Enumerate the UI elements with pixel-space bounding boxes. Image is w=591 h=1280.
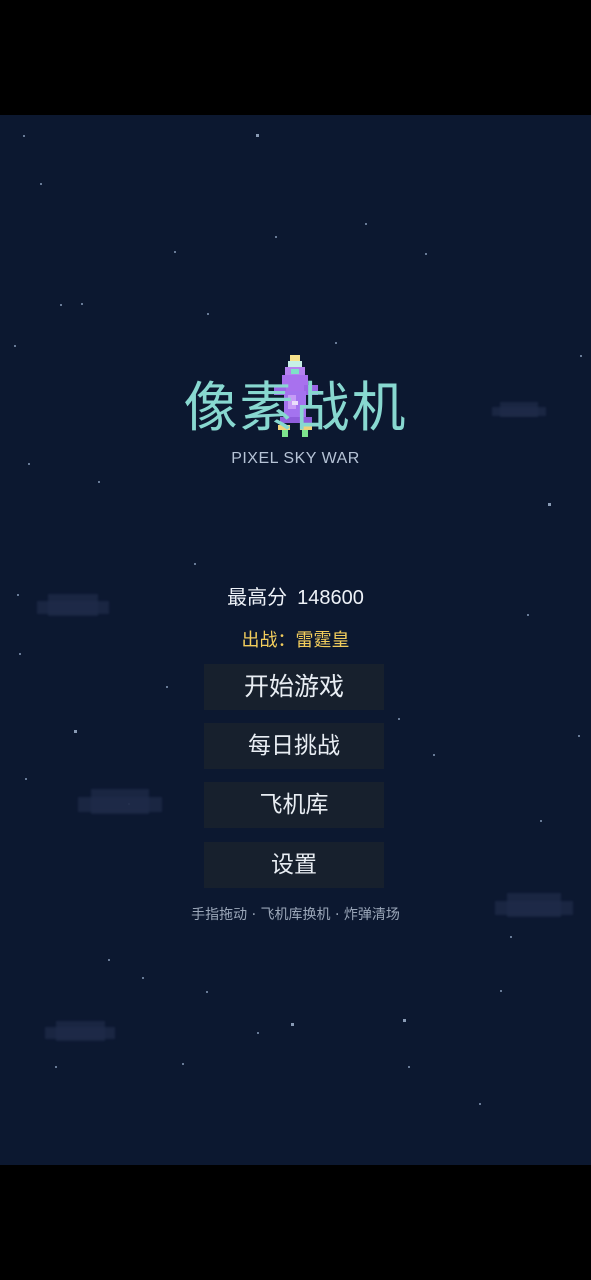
cloud-part [45,1027,115,1040]
star [540,820,542,822]
cloud-part [78,796,162,812]
star [40,183,42,185]
controls-hint: 手指拖动 · 飞机库换机 · 炸弹清场 [191,907,400,923]
star [335,342,337,344]
star [14,345,16,347]
star [108,959,110,961]
star [403,1019,406,1022]
star [479,1103,481,1105]
star [182,1063,184,1065]
star [527,614,529,616]
star [256,134,259,137]
star [206,991,208,993]
settings-button[interactable]: 设置 [204,842,384,888]
star [548,503,551,506]
star [275,236,277,238]
daily-challenge-button[interactable]: 每日挑战 [204,723,384,769]
star [291,1023,294,1026]
current-ship-name: 雷霆皇 [295,630,350,651]
star [398,718,400,720]
app-root: 像素战机 PIXEL SKY WAR 最高分 148600 出战：雷霆皇 开始游戏… [0,0,591,1280]
star [19,653,21,655]
star [580,355,582,357]
star [55,1066,57,1068]
star [408,1066,410,1068]
game-title: 像素战机 [183,376,408,439]
star [578,735,580,737]
current-ship-label: 出战： [241,630,296,651]
star [510,936,512,938]
high-score-label: 最高分 [227,585,288,609]
star [23,135,25,137]
letterbox-top [0,0,591,115]
star [257,1032,259,1034]
game-subtitle: PIXEL SKY WAR [231,450,360,467]
star [60,304,62,306]
star [194,563,196,565]
high-score: 最高分 148600 [0,581,591,610]
star [425,253,427,255]
star [25,778,27,780]
star [365,223,367,225]
star [142,977,144,979]
star [74,730,77,733]
star [207,313,209,315]
star [433,754,435,756]
game-screen: 像素战机 PIXEL SKY WAR 最高分 148600 出战：雷霆皇 开始游戏… [0,115,591,1165]
current-ship: 出战：雷霆皇 [0,626,591,652]
star [81,303,83,305]
star [98,481,100,483]
start-game-button[interactable]: 开始游戏 [204,664,384,710]
letterbox-bottom [0,1165,591,1280]
high-score-value: 148600 [297,587,364,609]
star [166,686,168,688]
star [500,990,502,992]
star [174,251,176,253]
hangar-button[interactable]: 飞机库 [204,782,384,828]
